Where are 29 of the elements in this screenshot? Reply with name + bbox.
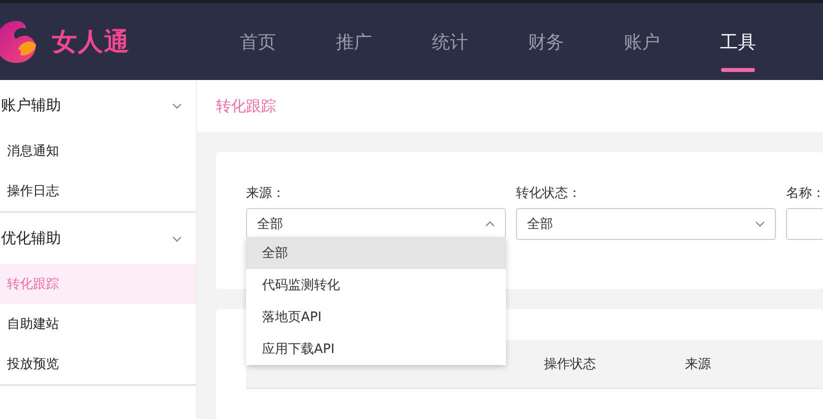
dropdown-option[interactable]: 全部 xyxy=(246,237,506,269)
column-header: 操作状态 xyxy=(543,356,597,373)
sidebar-item[interactable]: 投放预览 xyxy=(0,344,196,384)
filter-label: 转化状态： xyxy=(516,185,582,202)
sidebar-item[interactable]: 自助建站 xyxy=(0,304,196,344)
chevron-icon xyxy=(172,236,182,242)
nav-tab[interactable]: 财务 xyxy=(520,12,572,72)
sidebar-item[interactable]: 操作日志 xyxy=(0,171,196,211)
select-field[interactable]: 全部 xyxy=(246,208,506,240)
breadcrumb: 转化跟踪 xyxy=(216,96,276,116)
sidebar-group-title[interactable]: 账户辅助 xyxy=(1,96,61,115)
filter-label: 名称： xyxy=(786,185,823,202)
chevron-icon xyxy=(755,221,765,227)
nav-tab[interactable]: 工具 xyxy=(712,12,764,72)
nav-tab[interactable]: 统计 xyxy=(424,12,476,72)
nav-tab[interactable]: 首页 xyxy=(232,12,284,72)
brand-name: 女人通 xyxy=(52,26,130,58)
chevron-icon xyxy=(172,102,182,108)
sidebar-group-title[interactable]: 优化辅助 xyxy=(1,229,61,248)
dropdown-option[interactable]: 代码监测转化 xyxy=(246,269,506,301)
select-field[interactable]: 全部 xyxy=(516,208,776,240)
chevron-icon xyxy=(485,221,495,227)
column-header: 来源 xyxy=(684,356,712,373)
dropdown-option[interactable]: 应用下载API xyxy=(246,333,506,365)
sidebar-item[interactable]: 消息通知 xyxy=(0,131,196,171)
nav-tab[interactable]: 账户 xyxy=(616,12,668,72)
nav-tab[interactable]: 推广 xyxy=(328,12,380,72)
dropdown-option[interactable]: 落地页API xyxy=(246,301,506,333)
filter-label: 来源： xyxy=(246,185,286,202)
